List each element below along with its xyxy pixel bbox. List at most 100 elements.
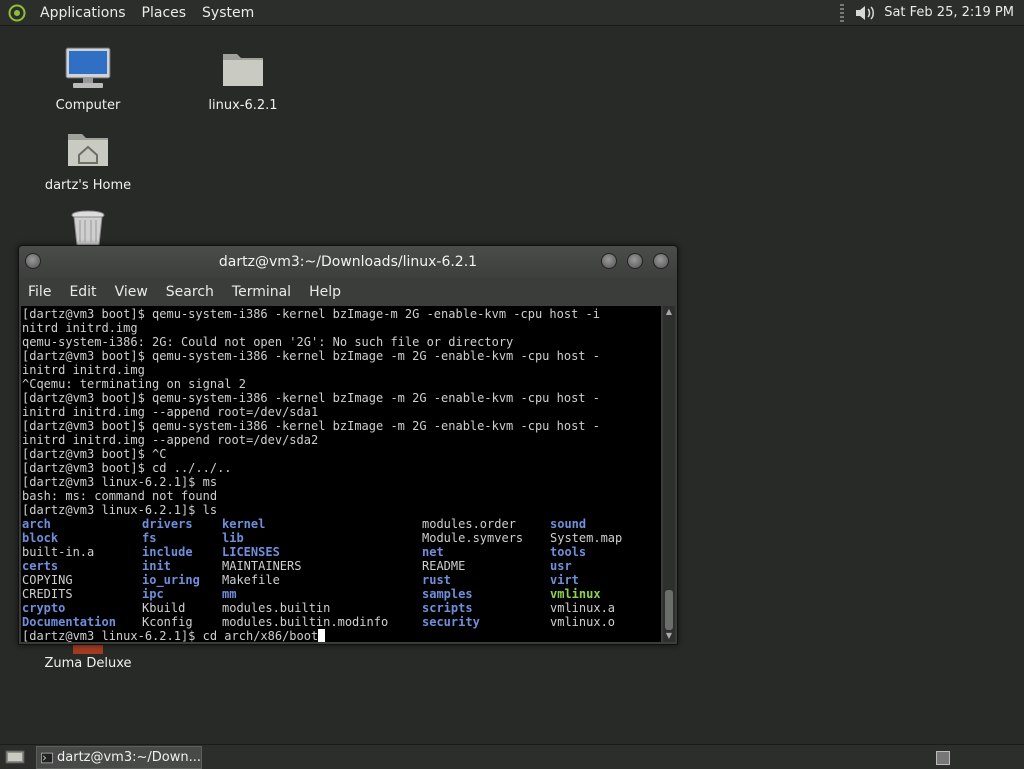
ls-entry: Kbuild: [142, 601, 186, 615]
clock[interactable]: Sat Feb 25, 2:19 PM: [884, 5, 1014, 20]
ls-entry: modules.order: [422, 517, 516, 531]
terminal-icon: [41, 752, 53, 763]
terminal-output[interactable]: [dartz@vm3 boot]$ qemu-system-i386 -kern…: [21, 306, 661, 642]
desktop-icon-trash[interactable]: [66, 208, 110, 250]
ls-row: crypto Kbuild modules.builtin scripts vmlinu…: [22, 601, 661, 615]
ls-row: Documentation Kconfig modules.builtin.modi…: [22, 615, 661, 629]
maximize-button[interactable]: [627, 253, 643, 269]
desktop-icon-home[interactable]: dartz's Home: [44, 128, 132, 193]
terminal-line: initrd initrd.img --append root=/dev/sda…: [22, 405, 319, 419]
ls-entry: usr: [550, 559, 572, 573]
ls-entry: init: [142, 559, 171, 573]
computer-icon: [65, 47, 111, 88]
menu-view[interactable]: View: [106, 284, 157, 300]
ls-entry: drivers: [142, 517, 193, 531]
show-desktop-icon[interactable]: [4, 748, 26, 766]
ls-entry: ipc: [142, 587, 164, 601]
scroll-thumb[interactable]: [665, 590, 673, 630]
terminal-line: [dartz@vm3 boot]$ qemu-system-i386 -kern…: [22, 391, 600, 405]
terminal-line: [dartz@vm3 boot]$ qemu-system-i386 -kern…: [22, 419, 600, 433]
terminal-text: [dartz@vm3 boot]$ qemu-system-i386 -kern…: [21, 306, 661, 642]
text-cursor: [318, 629, 326, 642]
places-menu[interactable]: Places: [134, 5, 195, 21]
ls-entry: modules.builtin.modinfo: [222, 615, 389, 629]
ls-row: built-in.a include LICENSES net tools: [22, 545, 661, 559]
ls-entry: Kconfig: [142, 615, 193, 629]
ls-entry: security: [422, 615, 480, 629]
top-panel: Applications Places System Sat Feb 25, 2…: [0, 0, 1024, 26]
ls-entry: modules.builtin: [222, 601, 331, 615]
terminal-line: [dartz@vm3 boot]$ ^C: [22, 447, 167, 461]
ls-entry: Makefile: [222, 573, 280, 587]
desktop-icon-linux-folder[interactable]: linux-6.2.1: [203, 46, 283, 113]
ls-entry: scripts: [422, 601, 473, 615]
ls-entry: vmlinux: [550, 587, 601, 601]
ls-entry: net: [422, 545, 444, 559]
prompt-text: [dartz@vm3 linux-6.2.1]$ cd arch/x86/boo…: [22, 629, 319, 642]
terminal-line: [dartz@vm3 boot]$ qemu-system-i386 -kern…: [22, 307, 600, 321]
scroll-up-arrow-icon[interactable]: ▲: [663, 306, 675, 318]
ls-entry: MAINTAINERS: [222, 559, 302, 573]
ls-entry: vmlinux.o: [550, 615, 616, 629]
menu-search[interactable]: Search: [157, 284, 223, 300]
terminal-line: [dartz@vm3 linux-6.2.1]$ ls: [22, 503, 218, 517]
applications-menu[interactable]: Applications: [32, 5, 134, 21]
ls-row: certs init MAINTAINERS README usr: [22, 559, 661, 573]
terminal-line: initrd initrd.img: [22, 363, 145, 377]
ls-row: CREDITS ipc mm samples vmlinux: [22, 587, 661, 601]
ls-entry: System.map: [550, 531, 623, 545]
close-button[interactable]: [653, 253, 669, 269]
ls-entry: built-in.a: [22, 545, 95, 559]
taskbar-item-label: dartz@vm3:~/Down...: [57, 750, 201, 765]
window-title: dartz@vm3:~/Downloads/linux-6.2.1: [218, 254, 478, 270]
ls-entry: vmlinux.a: [550, 601, 616, 615]
terminal-scrollbar[interactable]: ▲ ▼: [663, 306, 675, 642]
desktop-icon-label: Zuma Deluxe: [44, 656, 132, 671]
desktop-icon-label: linux-6.2.1: [208, 98, 278, 113]
ls-entry: kernel: [222, 517, 266, 531]
window-titlebar[interactable]: dartz@vm3:~/Downloads/linux-6.2.1: [19, 246, 677, 278]
trash-icon: [71, 210, 105, 246]
ls-row: block fs lib Module.symvers System.map: [22, 531, 661, 545]
ls-entry: Module.symvers: [422, 531, 524, 545]
home-folder-icon: [68, 134, 108, 166]
terminal-line: qemu-system-i386: 2G: Could not open '2G…: [22, 335, 514, 349]
prompt-line[interactable]: [dartz@vm3 linux-6.2.1]$ cd arch/x86/boo…: [22, 629, 661, 642]
panel-handle[interactable]: [840, 3, 845, 22]
desktop-icon-zuma[interactable]: Zuma Deluxe: [38, 642, 138, 671]
terminal-line: [dartz@vm3 boot]$ cd ../../..: [22, 461, 232, 475]
ls-entry: arch: [22, 517, 51, 531]
terminal-line: [dartz@vm3 boot]$ qemu-system-i386 -kern…: [22, 349, 600, 363]
ls-entry: tools: [550, 545, 587, 559]
terminal-line: nitrd initrd.img: [22, 321, 138, 335]
terminal-line: initrd initrd.img --append root=/dev/sda…: [22, 433, 319, 447]
menu-help[interactable]: Help: [300, 284, 350, 300]
terminal-window: dartz@vm3:~/Downloads/linux-6.2.1 File E…: [18, 245, 678, 645]
ls-entry: crypto: [22, 601, 66, 615]
terminal-line: ^Cqemu: terminating on signal 2: [22, 377, 246, 391]
ls-entry: include: [142, 545, 193, 559]
ls-entry: sound: [550, 517, 587, 531]
menu-file[interactable]: File: [19, 284, 60, 300]
scroll-down-arrow-icon[interactable]: ▼: [663, 630, 675, 642]
terminal-line: [dartz@vm3 linux-6.2.1]$ ms: [22, 475, 218, 489]
ls-entry: mm: [222, 587, 237, 601]
ls-entry: LICENSES: [222, 545, 280, 559]
system-menu[interactable]: System: [194, 5, 262, 21]
ls-entry: Documentation: [22, 615, 116, 629]
menu-edit[interactable]: Edit: [60, 284, 105, 300]
ls-entry: CREDITS: [22, 587, 73, 601]
ls-entry: certs: [22, 559, 59, 573]
volume-icon[interactable]: [854, 3, 876, 23]
workspace-switcher-icon[interactable]: [936, 751, 950, 765]
ls-entry: block: [22, 531, 59, 545]
ls-entry: samples: [422, 587, 473, 601]
taskbar-item-terminal[interactable]: dartz@vm3:~/Down...: [36, 746, 202, 769]
distro-logo-icon[interactable]: [8, 4, 26, 22]
ls-row: COPYING io_uring Makefile rust virt: [22, 573, 661, 587]
ls-entry: rust: [422, 573, 451, 587]
minimize-button[interactable]: [601, 253, 617, 269]
ls-entry: COPYING: [22, 573, 73, 587]
desktop-icon-computer[interactable]: Computer: [48, 46, 128, 113]
menu-terminal[interactable]: Terminal: [223, 284, 300, 300]
